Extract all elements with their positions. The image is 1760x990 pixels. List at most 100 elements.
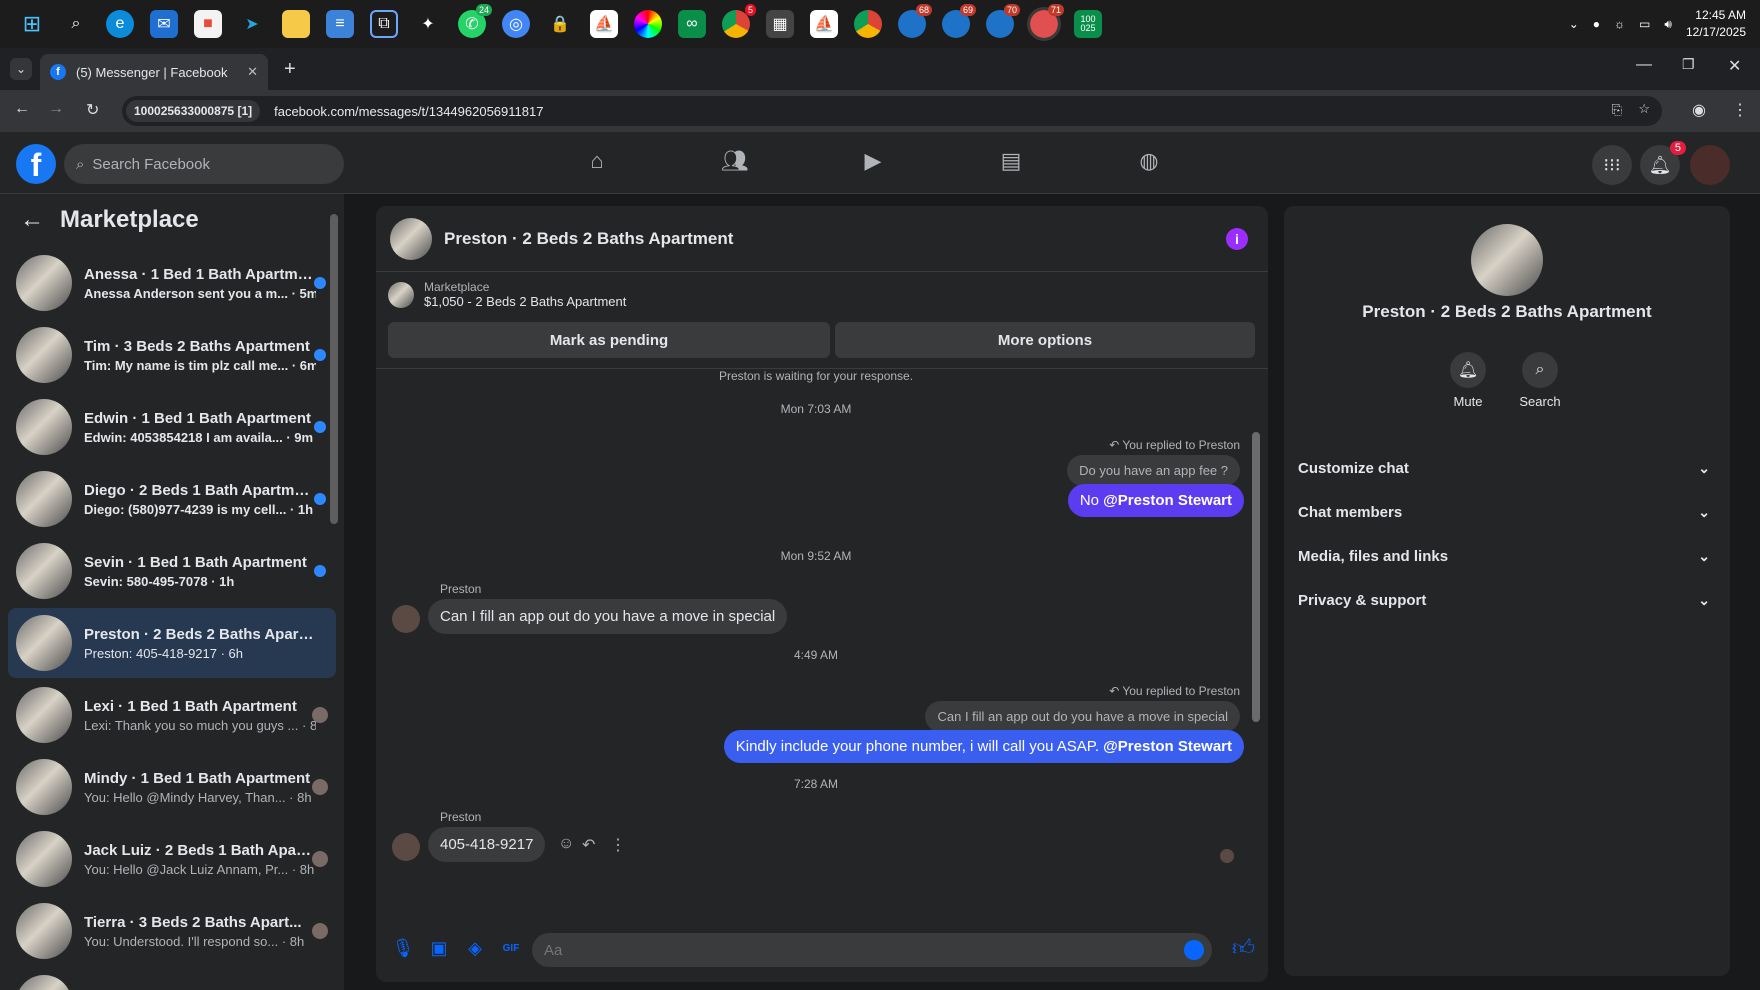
marketplace-icon[interactable]: ▤: [996, 148, 1026, 178]
conversation-item[interactable]: Tim · 3 Beds 2 Baths Apartment Tim: My na…: [8, 320, 336, 390]
volume-icon[interactable]: 🔊︎: [1664, 17, 1672, 32]
conversation-item[interactable]: Mindy · 1 Bed 1 Bath Apartment You: Hello…: [8, 752, 336, 822]
media-files-links-section[interactable]: Media, files and links ⌄: [1298, 536, 1716, 576]
video-icon[interactable]: ▶: [858, 148, 888, 178]
thread-scrollbar[interactable]: [1252, 432, 1260, 722]
emoji-icon[interactable]: [1184, 940, 1204, 960]
calculator-icon[interactable]: ▦: [766, 10, 794, 38]
app-icon[interactable]: ✦: [414, 10, 442, 38]
browser-icon[interactable]: ◎: [502, 10, 530, 38]
profile-70-icon[interactable]: 70: [986, 4, 1020, 38]
privacy-support-section[interactable]: Privacy & support ⌄: [1298, 580, 1716, 620]
profile-68-icon[interactable]: 68: [898, 4, 932, 38]
react-emoji-icon[interactable]: ☺: [558, 835, 574, 853]
sail-icon-2[interactable]: ⛵: [810, 10, 838, 38]
chat-title[interactable]: Preston · 2 Beds 2 Baths Apartment: [444, 229, 733, 249]
brightness-icon[interactable]: ☼: [1614, 17, 1625, 31]
thumbs-up-icon[interactable]: 👍︎: [1232, 934, 1255, 961]
conversation-item[interactable]: Tierra · 3 Beds 2 Baths Apart... You: Und…: [8, 896, 336, 966]
chrome-icon[interactable]: 5: [722, 4, 756, 38]
back-icon[interactable]: ←: [14, 100, 30, 118]
notifications-bell-icon[interactable]: 🔔︎ 5: [1640, 141, 1686, 185]
snipping-tool-icon[interactable]: ⧉: [370, 10, 398, 38]
windows-start-icon[interactable]: ⊞: [18, 10, 46, 38]
conversation-item[interactable]: Lexi · 1 Bed 1 Bath Apartment Lexi: Thank…: [8, 680, 336, 750]
sticker-icon[interactable]: ◈: [462, 935, 488, 961]
browser-tab[interactable]: f (5) Messenger | Facebook ✕: [40, 54, 268, 90]
tab-search-icon[interactable]: ⌄: [10, 58, 32, 80]
sender-avatar[interactable]: [392, 833, 420, 861]
app-100-icon[interactable]: 100 025: [1074, 10, 1102, 38]
message-input[interactable]: [532, 933, 1212, 967]
profile-icon[interactable]: ◉: [1692, 100, 1706, 120]
chat-avatar[interactable]: [390, 217, 432, 260]
file-explorer-icon[interactable]: [282, 10, 310, 38]
color-wheel-icon[interactable]: [634, 10, 662, 38]
edge-icon[interactable]: e: [106, 10, 134, 38]
facebook-search-box[interactable]: ⌕ Search Facebook: [64, 144, 344, 184]
sender-avatar[interactable]: [392, 605, 420, 633]
reload-icon[interactable]: ↻: [86, 100, 99, 120]
mention-link[interactable]: @Preston Stewart: [1103, 738, 1232, 755]
menu-kebab-icon[interactable]: ⋮: [1732, 100, 1748, 120]
clock[interactable]: 12:45 AM 12/17/2025: [1686, 7, 1746, 41]
display-icon[interactable]: ▭: [1639, 17, 1650, 31]
search-icon[interactable]: ⌕: [62, 10, 90, 38]
quoted-message[interactable]: Do you have an app fee ?: [1067, 455, 1240, 486]
notepad-icon[interactable]: ≡: [326, 10, 354, 38]
friends-icon[interactable]: 👥︎: [720, 148, 750, 178]
outgoing-message[interactable]: Kindly include your phone number, i will…: [723, 730, 1244, 763]
incoming-message[interactable]: Can I fill an app out do you have a move…: [428, 599, 788, 634]
address-bar[interactable]: 100025633000875 [1] facebook.com/message…: [122, 96, 1662, 126]
chrome-profile-icon[interactable]: [854, 10, 882, 38]
customize-chat-section[interactable]: Customize chat ⌄: [1298, 448, 1716, 488]
install-app-icon[interactable]: ⎘: [1612, 102, 1622, 118]
groups-icon[interactable]: ◍: [1134, 148, 1164, 178]
microphone-icon[interactable]: 🎙︎: [390, 935, 416, 961]
sail-icon[interactable]: ⛵: [590, 10, 618, 38]
conversation-item[interactable]: Aaron · 1 Bed 1 Bath Apartment: [8, 968, 336, 990]
mention-link[interactable]: @Preston Stewart: [1103, 492, 1232, 509]
listing-summary[interactable]: Marketplace $1,050 - 2 Beds 2 Baths Apar…: [388, 280, 626, 309]
gif-icon[interactable]: GIF: [498, 935, 524, 961]
details-avatar[interactable]: [1471, 224, 1543, 296]
home-icon[interactable]: ⌂: [582, 148, 612, 178]
site-info-chip[interactable]: 100025633000875 [1]: [126, 100, 261, 122]
menu-grid-icon[interactable]: ⁝⁝⁝: [1592, 145, 1632, 185]
close-window-icon[interactable]: ✕: [1728, 56, 1741, 76]
conversation-item[interactable]: Diego · 2 Beds 1 Bath Apartment Diego: (5…: [8, 464, 336, 534]
security-icon[interactable]: ●: [1593, 17, 1600, 31]
conversation-item[interactable]: Jack Luiz · 2 Beds 1 Bath Apart... You: H…: [8, 824, 336, 894]
chevron-up-icon[interactable]: ⌄: [1569, 17, 1579, 31]
minimize-icon[interactable]: —: [1636, 56, 1652, 74]
facebook-logo-icon[interactable]: f: [16, 144, 56, 184]
list-scrollbar[interactable]: [330, 214, 338, 524]
profile-69-icon[interactable]: 69: [942, 4, 976, 38]
url-text[interactable]: facebook.com/messages/t/1344962056911817: [274, 104, 543, 119]
new-tab-icon[interactable]: +: [284, 58, 296, 81]
infinity-icon[interactable]: ∞: [678, 10, 706, 38]
outlook-icon[interactable]: ✉: [150, 10, 178, 38]
more-actions-icon[interactable]: ⋮: [610, 835, 626, 855]
store-icon[interactable]: ■: [194, 10, 222, 38]
mark-as-pending-button[interactable]: Mark as pending: [388, 322, 830, 358]
incoming-message[interactable]: 405-418-9217: [428, 827, 546, 862]
whatsapp-icon[interactable]: ✆ 24: [458, 4, 492, 38]
restore-icon[interactable]: ❐: [1682, 56, 1695, 73]
outgoing-message[interactable]: No @Preston Stewart: [1067, 484, 1244, 517]
photo-icon[interactable]: ▣: [426, 935, 452, 961]
more-options-button[interactable]: More options: [835, 322, 1255, 358]
chat-members-section[interactable]: Chat members ⌄: [1298, 492, 1716, 532]
reply-icon[interactable]: ↶: [582, 835, 595, 855]
conversation-item[interactable]: Sevin · 1 Bed 1 Bath Apartment Sevin: 580…: [8, 536, 336, 606]
mute-button[interactable]: 🔔︎ Mute: [1438, 352, 1498, 409]
info-icon[interactable]: i: [1226, 228, 1248, 250]
quoted-message[interactable]: Can I fill an app out do you have a move…: [925, 701, 1240, 732]
profile-71-icon[interactable]: 71: [1027, 4, 1064, 41]
lock-icon[interactable]: 🔒: [546, 10, 574, 38]
account-avatar[interactable]: [1690, 145, 1730, 185]
forward-icon[interactable]: →: [48, 100, 64, 118]
conversation-item[interactable]: Edwin · 1 Bed 1 Bath Apartment Edwin: 405…: [8, 392, 336, 462]
conversation-item[interactable]: Anessa · 1 Bed 1 Bath Apartment Anessa An…: [8, 248, 336, 318]
close-tab-icon[interactable]: ✕: [247, 64, 258, 80]
